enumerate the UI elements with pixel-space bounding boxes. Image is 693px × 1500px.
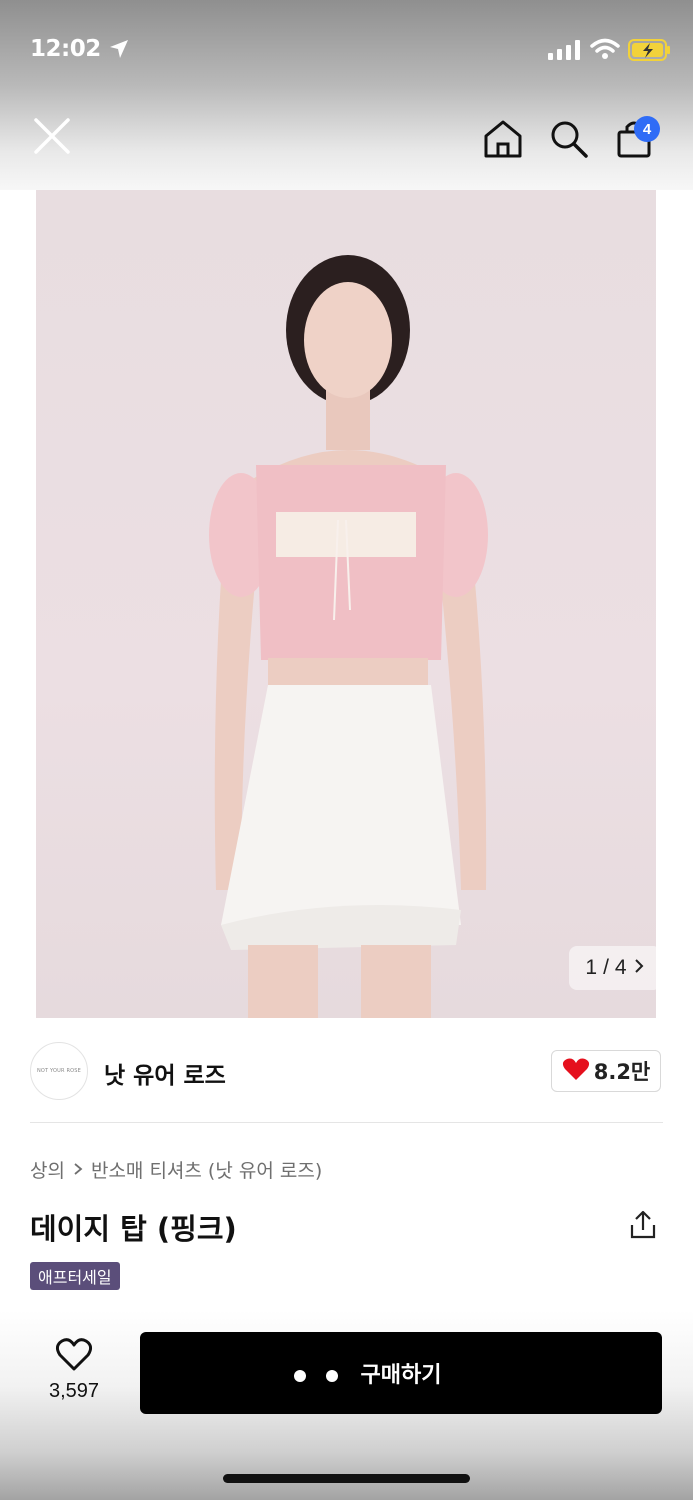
wifi-icon (590, 38, 620, 64)
breadcrumb-subcategory[interactable]: 반소매 티셔츠 (낫 유어 로즈) (91, 1156, 322, 1183)
home-icon[interactable] (480, 116, 526, 162)
total-pages: 4 (614, 956, 627, 979)
battery-charging-icon (628, 38, 672, 66)
breadcrumb: 상의 반소매 티셔츠 (낫 유어 로즈) (30, 1156, 322, 1183)
page-separator: / (603, 956, 609, 979)
home-indicator[interactable] (223, 1474, 470, 1483)
chevron-right-icon (633, 956, 645, 980)
signal-icon (548, 40, 582, 64)
brand-like-button[interactable]: 8.2만 (551, 1050, 661, 1092)
divider (30, 1122, 663, 1123)
breadcrumb-category[interactable]: 상의 (30, 1156, 65, 1183)
status-time: 12:02 (30, 36, 101, 62)
share-icon[interactable] (626, 1208, 660, 1242)
brand-row: NOT YOUR ROSE 낫 유어 로즈 8.2만 (30, 1040, 663, 1102)
nav-bar (0, 110, 693, 170)
brand-name[interactable]: 낫 유어 로즈 (104, 1056, 226, 1090)
chevron-right-icon (73, 1159, 83, 1181)
sale-badge: 애프터세일 (30, 1262, 120, 1290)
current-page: 1 (585, 956, 598, 979)
buy-button[interactable]: 구매하기 (140, 1332, 662, 1414)
close-icon[interactable] (28, 112, 78, 162)
product-photo (209, 255, 488, 1018)
loading-dots (294, 1370, 338, 1382)
brand-logo[interactable]: NOT YOUR ROSE (30, 1042, 88, 1100)
cart-count-badge: 4 (634, 116, 660, 142)
heart-filled-icon (562, 1057, 590, 1086)
product-title: 데이지 탑 (핑크) (30, 1212, 237, 1246)
search-icon[interactable] (546, 116, 592, 162)
product-image[interactable] (36, 190, 656, 1018)
location-arrow-icon (108, 38, 130, 64)
image-page-indicator[interactable]: 1 / 4 (569, 946, 661, 990)
wishlist-count: 3,597 (48, 1380, 100, 1402)
heart-outline-icon (55, 1338, 93, 1371)
status-bar: 12:02 (0, 0, 693, 100)
buy-label: 구매하기 (360, 1363, 442, 1388)
brand-logo-text: NOT YOUR ROSE (36, 1068, 82, 1074)
brand-like-count: 8.2만 (593, 1060, 651, 1084)
